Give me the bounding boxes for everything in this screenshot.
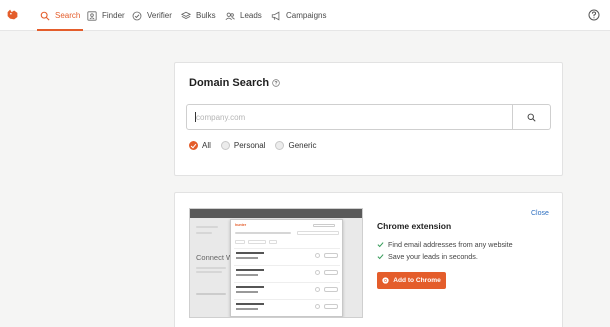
radio-icon [220,141,230,150]
check-icon [377,242,384,248]
bulks-icon [181,11,191,19]
filter-personal-label: Personal [233,141,266,150]
preview-extension-popup: hunter [230,219,343,317]
preview-line [196,267,226,269]
domain-search-button[interactable] [512,105,550,129]
preview-row [234,299,340,314]
domain-search-input[interactable] [187,105,513,129]
preview-browser-bar [190,209,362,218]
verifier-icon [132,11,142,20]
extension-title: Chrome extension [377,221,452,231]
filter-generic[interactable]: Generic [275,141,316,150]
check-icon [377,254,384,260]
text-cursor [195,112,196,122]
add-to-chrome-label: Add to Chrome [393,277,441,284]
close-extension-link[interactable]: Close [531,210,549,217]
feature-text: Save your leads in seconds. [388,252,478,261]
check-icon [189,141,198,150]
preview-row [234,282,340,297]
search-icon [527,113,536,122]
preview-line [313,224,335,227]
chrome-icon [382,277,389,284]
radio-icon [275,141,285,150]
preview-row [234,248,340,263]
nav-verifier-label: Verifier [147,11,172,20]
nav-bulks[interactable]: Bulks [181,0,216,31]
preview-bg-heading: Connect W [196,253,234,262]
nav-leads-label: Leads [240,11,262,20]
help-icon[interactable] [588,9,600,21]
filter-all-label: All [202,141,211,150]
chrome-extension-card: Connect W hunter Close Chrome extension … [174,192,563,327]
nav-search[interactable]: Search [36,0,84,31]
domain-search-title-text: Domain Search [189,77,270,89]
campaigns-icon [271,11,280,20]
top-navigation: Search Finder Verifier Bulks Leads Campa… [0,0,610,31]
domain-search-card: Domain Search All Personal Generic [174,62,563,176]
filter-all[interactable]: All [189,141,211,150]
preview-line [248,240,266,244]
domain-search-box [186,104,551,130]
nav-campaigns-label: Campaigns [286,11,327,20]
nav-search-label: Search [55,11,81,20]
nav-leads[interactable]: Leads [225,0,262,31]
nav-campaigns[interactable]: Campaigns [271,0,326,31]
domain-search-title: Domain Search [189,77,280,89]
filter-personal[interactable]: Personal [220,141,266,150]
feature-item: Find email addresses from any website [377,240,513,249]
filter-generic-label: Generic [288,141,317,150]
feature-text: Find email addresses from any website [388,240,513,249]
preview-row [234,265,340,280]
preview-line [235,240,245,244]
preview-line [235,232,291,234]
leads-icon [225,12,235,20]
nav-verifier[interactable]: Verifier [132,0,172,31]
hunter-logo[interactable] [6,8,19,21]
nav-finder[interactable]: Finder [87,0,125,31]
preview-brand: hunter [235,223,247,227]
info-icon[interactable] [272,79,280,87]
search-icon [40,11,50,21]
preview-line [196,293,226,295]
nav-finder-label: Finder [102,11,125,20]
finder-icon [87,10,97,21]
preview-line [269,240,277,244]
add-to-chrome-button[interactable]: Add to Chrome [377,272,446,289]
feature-item: Save your leads in seconds. [377,252,478,261]
preview-line [196,226,218,228]
email-type-filter: All Personal Generic [189,141,316,150]
extension-preview-image: Connect W hunter [189,208,363,318]
preview-line [196,232,212,234]
preview-line [297,231,339,235]
nav-bulks-label: Bulks [196,11,216,20]
preview-line [196,271,222,273]
